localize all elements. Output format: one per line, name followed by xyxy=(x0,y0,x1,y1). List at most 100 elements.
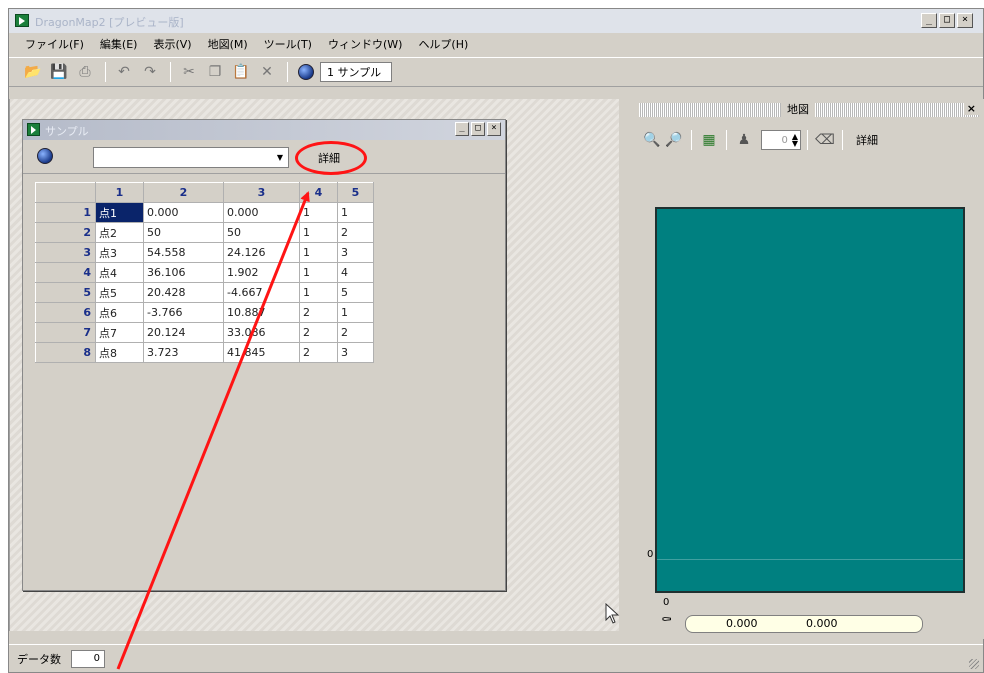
map-panel-title-bar[interactable]: 地図 × xyxy=(639,102,979,117)
grid-cell[interactable]: 1 xyxy=(337,202,374,223)
menu-file[interactable]: ファイル(F) xyxy=(17,36,92,52)
stepper-arrows-icon[interactable]: ▲ ▼ xyxy=(792,133,798,148)
grid-cell[interactable]: 1 xyxy=(299,242,338,263)
grid-cell[interactable]: 点7 xyxy=(95,322,144,343)
grid-cell[interactable]: 点1 xyxy=(95,202,144,223)
grid-cell[interactable]: 点4 xyxy=(95,262,144,283)
toolbar-separator xyxy=(842,130,843,150)
grid-cell[interactable]: 54.558 xyxy=(143,242,224,263)
minimize-button[interactable]: _ xyxy=(921,13,937,28)
sample-minimize-button[interactable]: _ xyxy=(455,122,469,136)
compass-icon: ⚰ xyxy=(661,613,672,628)
row-header[interactable]: 5 xyxy=(35,282,96,303)
map-panel-close-button[interactable]: × xyxy=(963,102,979,115)
column-header[interactable]: 2 xyxy=(143,182,224,203)
grid-cell[interactable]: 50 xyxy=(143,222,224,243)
grid-cell[interactable]: 36.106 xyxy=(143,262,224,283)
sample-maximize-button[interactable]: □ xyxy=(471,122,485,136)
row-header[interactable]: 4 xyxy=(35,262,96,283)
grid-cell[interactable]: -3.766 xyxy=(143,302,224,323)
grid-cell[interactable]: 10.887 xyxy=(223,302,300,323)
row-header[interactable]: 7 xyxy=(35,322,96,343)
save-icon[interactable]: 💾 xyxy=(47,61,71,83)
grid-cell[interactable]: 点5 xyxy=(95,282,144,303)
grid-cell[interactable]: 2 xyxy=(337,322,374,343)
grid-cell[interactable]: 1 xyxy=(299,202,338,223)
person-icon[interactable]: ♟ xyxy=(733,129,755,151)
print-icon[interactable]: ⎙ xyxy=(73,61,97,83)
grid-cell[interactable]: 1 xyxy=(299,282,338,303)
grid-cell[interactable]: 4 xyxy=(337,262,374,283)
column-header[interactable]: 3 xyxy=(223,182,300,203)
row-header[interactable]: 2 xyxy=(35,222,96,243)
close-button[interactable]: × xyxy=(957,13,973,28)
globe-icon[interactable] xyxy=(37,148,53,164)
row-header[interactable]: 3 xyxy=(35,242,96,263)
grid-cell[interactable]: 41.845 xyxy=(223,342,300,363)
menu-help[interactable]: ヘルプ(H) xyxy=(410,36,476,52)
redo-icon[interactable]: ↷ xyxy=(138,61,162,83)
map-canvas[interactable] xyxy=(655,207,965,593)
grid-cell[interactable]: 1 xyxy=(337,302,374,323)
zoom-in-icon[interactable]: 🔍 xyxy=(641,129,663,151)
menu-view[interactable]: 表示(V) xyxy=(145,36,199,52)
menu-map[interactable]: 地図(M) xyxy=(200,36,256,52)
zoom-out-icon[interactable]: 🔎 xyxy=(663,129,685,151)
coordinate-display: 0.000 0.000 xyxy=(685,615,923,633)
column-header[interactable]: 1 xyxy=(95,182,144,203)
map-selector[interactable]: 1 サンプル xyxy=(320,62,392,82)
scale-stepper[interactable]: 0 ▲ ▼ xyxy=(761,130,801,150)
grid-cell[interactable]: 2 xyxy=(337,222,374,243)
column-header[interactable]: 5 xyxy=(337,182,374,203)
resize-grip-icon[interactable] xyxy=(969,659,979,669)
point-name-combo[interactable]: ▼ xyxy=(93,147,289,168)
grid-cell[interactable]: 50 xyxy=(223,222,300,243)
globe-icon[interactable] xyxy=(294,61,318,83)
grid-cell[interactable]: 点6 xyxy=(95,302,144,323)
grid-cell[interactable]: 33.086 xyxy=(223,322,300,343)
grid-cell[interactable]: 2 xyxy=(299,342,338,363)
grid-cell[interactable]: 1 xyxy=(299,262,338,283)
grid-cell[interactable]: 1 xyxy=(299,222,338,243)
grid-cell[interactable]: 3.723 xyxy=(143,342,224,363)
grid-cell[interactable]: 2 xyxy=(299,302,338,323)
row-header[interactable]: 1 xyxy=(35,202,96,223)
grid-cell[interactable]: 2 xyxy=(299,322,338,343)
grid-cell[interactable]: -4.667 xyxy=(223,282,300,303)
column-header[interactable]: 4 xyxy=(299,182,338,203)
grid-cell[interactable]: 点3 xyxy=(95,242,144,263)
menu-edit[interactable]: 編集(E) xyxy=(92,36,146,52)
undo-icon[interactable]: ↶ xyxy=(112,61,136,83)
grid-cell[interactable]: 点8 xyxy=(95,342,144,363)
grid-cell[interactable]: 3 xyxy=(337,342,374,363)
paste-icon[interactable]: 📋 xyxy=(229,61,253,83)
sample-title-bar[interactable]: サンプル _ □ × xyxy=(23,120,505,140)
grid-cell[interactable]: 20.124 xyxy=(143,322,224,343)
grid-cell[interactable]: 3 xyxy=(337,242,374,263)
grid-cell[interactable]: 1.902 xyxy=(223,262,300,283)
map-detail-button[interactable]: 詳細 xyxy=(849,129,885,151)
eraser-icon[interactable]: ⌫ xyxy=(814,129,836,151)
grid-cell[interactable]: 20.428 xyxy=(143,282,224,303)
row-header[interactable]: 8 xyxy=(35,342,96,363)
copy-icon[interactable]: ❐ xyxy=(203,61,227,83)
coord-y-value: 0.000 xyxy=(806,617,838,630)
menu-tools[interactable]: ツール(T) xyxy=(256,36,320,52)
grid-cell[interactable]: 5 xyxy=(337,282,374,303)
maximize-button[interactable]: □ xyxy=(939,13,955,28)
toolbar-separator xyxy=(105,62,106,82)
chevron-down-icon[interactable]: ▼ xyxy=(272,148,288,167)
grid-corner[interactable] xyxy=(35,182,96,203)
menu-window[interactable]: ウィンドウ(W) xyxy=(320,36,410,52)
delete-icon[interactable]: ✕ xyxy=(255,61,279,83)
cut-icon[interactable]: ✂ xyxy=(177,61,201,83)
grid-cell[interactable]: 24.126 xyxy=(223,242,300,263)
open-icon[interactable]: 📂 xyxy=(21,61,45,83)
row-header[interactable]: 6 xyxy=(35,302,96,323)
grid-cell[interactable]: 0.000 xyxy=(143,202,224,223)
sample-close-button[interactable]: × xyxy=(487,122,501,136)
grid-cell[interactable]: 点2 xyxy=(95,222,144,243)
fit-map-icon[interactable]: ▦ xyxy=(698,129,720,151)
title-bar[interactable]: DragonMap2 [プレビュー版] _ □ × xyxy=(9,9,983,33)
grid-cell[interactable]: 0.000 xyxy=(223,202,300,223)
